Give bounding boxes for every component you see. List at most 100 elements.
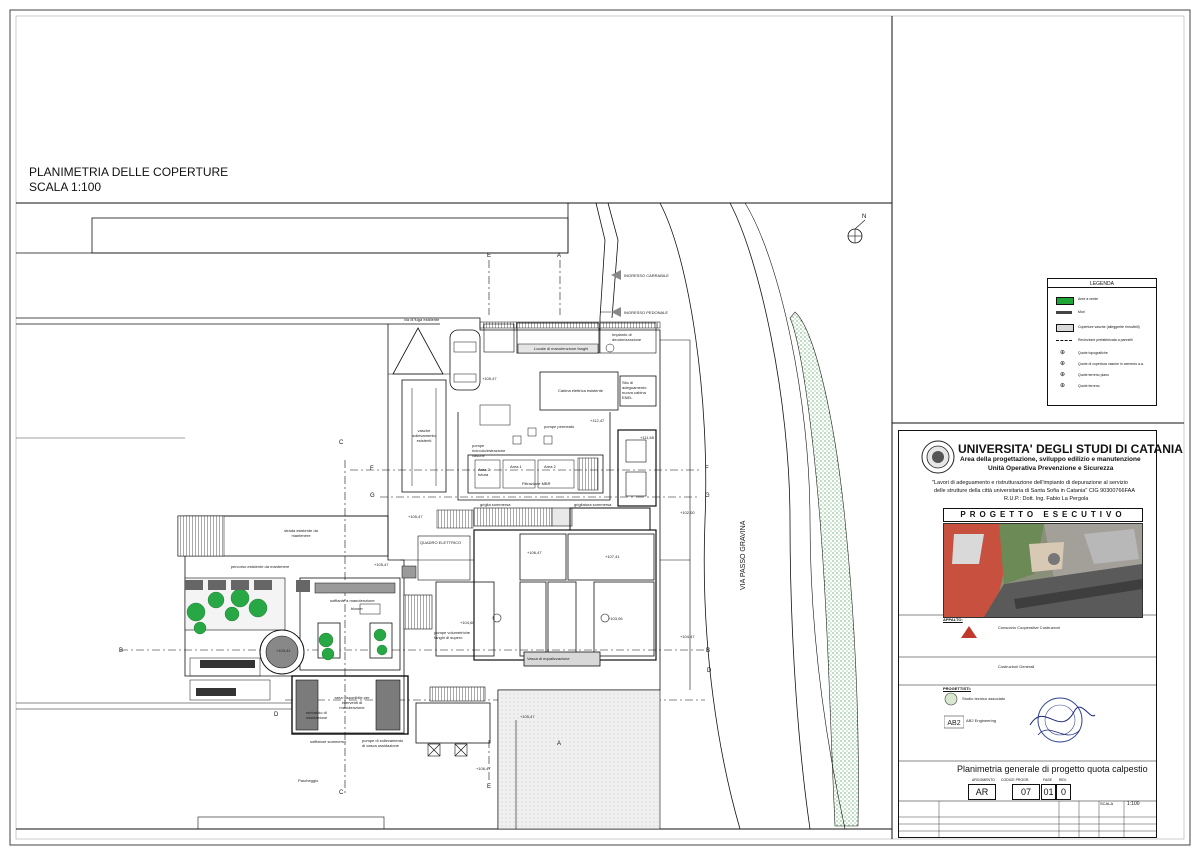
section-marker-g-left: G [370, 493, 375, 499]
label-ingresso-pedonale: INGRESSO PEDONALE [624, 310, 669, 315]
label-area2-futura: Area 2 futura [478, 467, 490, 477]
elevation-label: +106,47 [527, 550, 542, 555]
appaltatore-logo-icon [961, 626, 977, 638]
label-parcheggio: Parcheggio [298, 778, 319, 783]
code-header-fase: FASE [1043, 778, 1052, 782]
appaltatore-name: Consorzio Cooperative Costruzioni [998, 625, 1060, 630]
code-progressivo: 07 [1012, 784, 1040, 800]
elevation-label: +105,47 [520, 714, 535, 719]
section-marker-e-bottom: E [487, 784, 492, 790]
section-marker-d-right: D [707, 668, 712, 674]
code-header-rev: REV. [1059, 778, 1067, 782]
section-marker-b-right: B [706, 648, 711, 654]
elevation-label: +105,47 [482, 376, 497, 381]
progettisti-seal-icon [944, 692, 958, 706]
elevation-label: +112,47 [590, 418, 605, 423]
project-description-line2: delle strutture della città universitari… [934, 488, 1135, 494]
legend-item: Quote terreno [1078, 384, 1100, 388]
label-soffiante: soffiante a manutenzione [330, 598, 375, 603]
ab2-logo-icon: AB2 [944, 715, 964, 729]
ab2-name: AB2 Engineering [966, 718, 997, 723]
label-quadro-elettrico: QUADRO ELETTRICO [420, 540, 462, 545]
label-pompe-permeato: pompe permeato [544, 424, 575, 429]
university-unit: Unità Operativa Prevenzione e Sicurezza [988, 465, 1114, 472]
legend-item: Recinzione prefabbricata a pannelli [1078, 338, 1133, 342]
code-fase: 01 [1041, 784, 1056, 800]
project-description-line1: "Lavori di adeguamento e ristrutturazion… [932, 480, 1128, 486]
label-area-mantenere: strada esistente da mantenere [284, 528, 318, 538]
legend-item: Quote di copertura vasche in cemento a.a… [1078, 362, 1144, 366]
section-marker-a-top: A [557, 253, 562, 259]
signature-stamp-icon [1029, 697, 1096, 743]
university-name: UNIVERSITA' DEGLI STUDI DI CATANIA [958, 442, 1183, 456]
code-argomento: AR [968, 784, 996, 800]
label-serbatoio: serbatoio di ossidazione [306, 710, 328, 720]
legend-item: Quote terreno piano [1078, 373, 1110, 377]
label-area2: Area 2 [544, 464, 556, 469]
elevation-label: +106,47 [476, 766, 491, 771]
legend-item: Muri [1078, 310, 1085, 314]
label-griglia-sommersa: griglia sommersa [480, 502, 511, 507]
legend-symbol: ⊕ [1060, 372, 1066, 378]
code-rev: 0 [1056, 784, 1071, 800]
legend-symbol: ⊕ [1060, 350, 1066, 356]
label-via-fuga: via di fuga esistente [404, 317, 440, 322]
legend-swatch-cover [1056, 324, 1074, 332]
label-area1: Area 1 [510, 464, 522, 469]
section-marker-c-top: C [339, 440, 344, 446]
label-pompe-sollevamento: pompe di sollevamento di vasca ossidazio… [362, 738, 404, 748]
university-area: Area della progettazione, sviluppo edili… [960, 456, 1141, 463]
section-marker-c-bottom: C [339, 790, 344, 796]
label-via-passo-gravina: VIA PASSO GRAVINA [740, 520, 747, 590]
section-marker-f-left: F [370, 466, 374, 472]
legend-swatch-fence [1056, 340, 1072, 341]
section-marker-f-right: F [705, 466, 709, 472]
section-marker-e-top: E [487, 253, 492, 259]
north-label: N [862, 214, 867, 220]
code-header-progr: CODICE PROGR. [1001, 778, 1030, 782]
label-vasche-esistenti: vasche sollevamento esistenti [412, 428, 436, 443]
legend: LEGENDA Aree a verde Muri Coperture vasc… [1047, 278, 1157, 406]
label-impianto-deodorizzazione: Impianto di deodorizzazione [612, 332, 642, 342]
appalto-label: APPALTO: [943, 617, 963, 622]
elevation-label: +111,65 [640, 435, 654, 440]
project-phase: PROGETTO ESECUTIVO [943, 508, 1143, 522]
sheet-scale: SCALA 1:100 [29, 180, 102, 194]
label-cabina-elettrica: Cabina elettrica esistente [558, 388, 603, 393]
company-name: Costruzioni Generali [998, 664, 1035, 669]
elevation-label: +107,41 [605, 554, 620, 559]
legend-swatch-wall [1056, 311, 1072, 314]
drawing-sheet: PLANIMETRIA DELLE COPERTURE SCALA 1:100 … [0, 0, 1199, 852]
elevation-label: +104,47 [680, 634, 695, 639]
svg-text:AB2: AB2 [947, 720, 960, 727]
label-percorso-esistente: percorso esistente da mantenere [230, 564, 290, 569]
label-grigliatura: grigliatura sommersa [574, 502, 612, 507]
legend-symbol: ⊕ [1060, 383, 1066, 389]
label-ingresso-carrabile: INGRESSO CARRABILE [624, 273, 669, 278]
section-marker-a-bottom: A [557, 741, 562, 747]
scale-value: 1:100 [1127, 801, 1140, 807]
elevation-label: +105,47 [408, 514, 423, 519]
aerial-photo [943, 523, 1143, 618]
elevation-label: +103,06 [608, 616, 623, 621]
elevation-label: +104,60 [460, 620, 475, 625]
code-header-argomento: ARGOMENTO [972, 778, 995, 782]
legend-item: Quote topografiche [1078, 351, 1108, 355]
legend-item: Aree a verde [1078, 297, 1099, 301]
label-locale-manutenzione: Locale di manutenzione fanghi [534, 346, 589, 351]
section-marker-d-left: D [274, 712, 279, 718]
section-marker-g-right: G [705, 493, 710, 499]
label-soffiatore: soffiatore sommerso [310, 739, 347, 744]
legend-symbol: ⊕ [1060, 361, 1066, 367]
label-pompe-ricircolo: pompe ricircolo/estrazione vasche [472, 443, 506, 458]
aerial-photo-art [944, 524, 1142, 617]
sheet-title: PLANIMETRIA DELLE COPERTURE SCALA 1:100 [29, 165, 228, 195]
sheet-title-line1: PLANIMETRIA DELLE COPERTURE [29, 165, 229, 179]
elevation-label: +103,41 [276, 648, 291, 653]
label-vasca-equalizzazione: Vasca di equalizzazione [527, 656, 570, 661]
project-rup: R.U.P.: Dott. Ing. Fabio La Pergola [1004, 496, 1089, 502]
legend-swatch-green [1056, 297, 1074, 305]
label-pompe-volumetriche: pompe volumetriche fanghi di supero [434, 630, 471, 640]
elevation-label: +105,47 [374, 562, 389, 567]
section-marker-b-left: B [119, 648, 124, 654]
